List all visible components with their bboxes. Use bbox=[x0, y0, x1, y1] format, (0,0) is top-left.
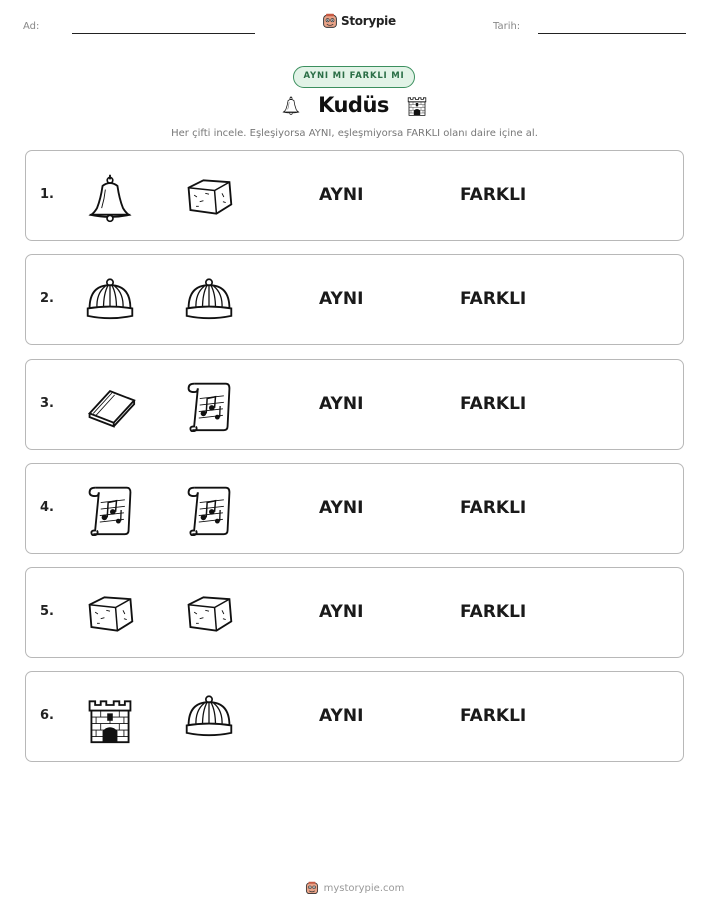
question-number: 2. bbox=[40, 291, 54, 306]
bell-icon bbox=[280, 92, 302, 118]
same-option[interactable]: AYNI bbox=[319, 185, 363, 205]
scroll-icon bbox=[180, 380, 238, 432]
question-number: 5. bbox=[40, 604, 54, 619]
footer-link[interactable]: mystorypie.com bbox=[324, 883, 405, 894]
question-number: 1. bbox=[40, 187, 54, 202]
question-row-4: 4. AYNI FARKLI bbox=[25, 463, 684, 554]
storypie-mascot-icon bbox=[305, 881, 319, 895]
question-row-6: 6. AYNI FARKLI bbox=[25, 671, 684, 762]
cap-icon bbox=[180, 692, 238, 744]
stone-icon bbox=[180, 171, 238, 223]
different-option[interactable]: FARKLI bbox=[460, 185, 526, 205]
different-option[interactable]: FARKLI bbox=[460, 498, 526, 518]
brand-name: Storypie bbox=[341, 14, 396, 28]
title-row: Kudüs bbox=[0, 92, 709, 118]
question-number: 6. bbox=[40, 708, 54, 723]
question-row-2: 2. AYNI FARKLI bbox=[25, 254, 684, 345]
footer: mystorypie.com bbox=[0, 881, 709, 895]
different-option[interactable]: FARKLI bbox=[460, 706, 526, 726]
date-label: Tarih: bbox=[493, 21, 521, 32]
page-title: Kudüs bbox=[318, 93, 389, 117]
date-field[interactable] bbox=[538, 33, 686, 34]
different-option[interactable]: FARKLI bbox=[460, 289, 526, 309]
different-option[interactable]: FARKLI bbox=[460, 394, 526, 414]
name-label: Ad: bbox=[23, 21, 40, 32]
stone-icon bbox=[81, 588, 139, 640]
question-row-5: 5. AYNI FARKLI bbox=[25, 567, 684, 658]
cap-icon bbox=[180, 275, 238, 327]
book-icon bbox=[81, 380, 139, 432]
activity-badge: AYNI MI FARKLI MI bbox=[293, 66, 415, 88]
scroll-icon bbox=[180, 484, 238, 536]
stone-icon bbox=[180, 588, 238, 640]
question-number: 3. bbox=[40, 396, 54, 411]
brand-logo: Storypie bbox=[322, 13, 396, 29]
same-option[interactable]: AYNI bbox=[319, 394, 363, 414]
same-option[interactable]: AYNI bbox=[319, 289, 363, 309]
name-field[interactable] bbox=[72, 33, 255, 34]
cap-icon bbox=[81, 275, 139, 327]
same-option[interactable]: AYNI bbox=[319, 498, 363, 518]
question-row-3: 3. AYNI FARKLI bbox=[25, 359, 684, 450]
same-option[interactable]: AYNI bbox=[319, 706, 363, 726]
same-option[interactable]: AYNI bbox=[319, 602, 363, 622]
instructions: Her çifti incele. Eşleşiyorsa AYNI, eşle… bbox=[171, 128, 538, 139]
storypie-mascot-icon bbox=[322, 13, 338, 29]
scroll-icon bbox=[81, 484, 139, 536]
question-number: 4. bbox=[40, 500, 54, 515]
question-row-1: 1. AYNI FARKLI bbox=[25, 150, 684, 241]
castle-icon bbox=[405, 92, 429, 118]
bell-icon bbox=[81, 171, 139, 223]
different-option[interactable]: FARKLI bbox=[460, 602, 526, 622]
castle-icon bbox=[81, 692, 139, 744]
